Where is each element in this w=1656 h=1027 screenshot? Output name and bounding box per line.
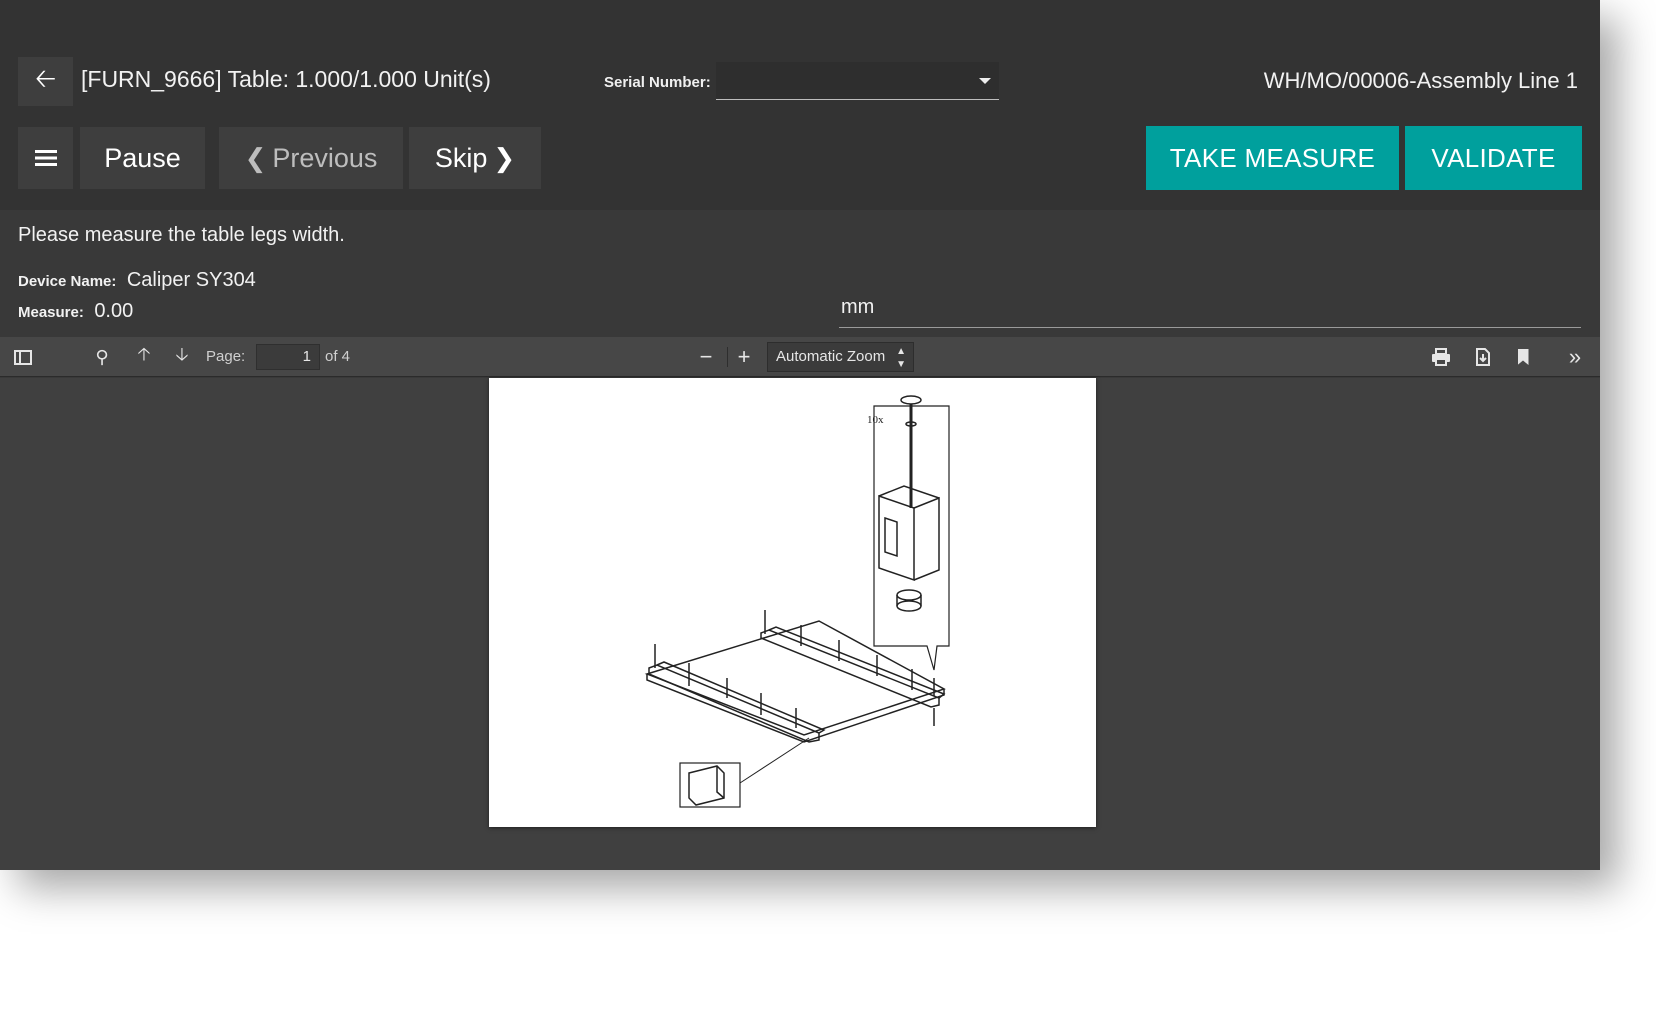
pause-button-label: Pause [104, 142, 181, 173]
device-name-label: Device Name: [18, 273, 117, 290]
chevron-right-icon: ❯ [493, 142, 516, 173]
skip-button[interactable]: Skip ❯ [409, 127, 541, 189]
pdf-page: 10x [489, 378, 1096, 827]
device-name-value: Caliper SY304 [126, 269, 256, 291]
next-page-button[interactable]: 🡣 [170, 337, 194, 377]
skip-button-label: Skip [434, 142, 488, 173]
measure-label: Measure: [18, 304, 84, 321]
serial-number-label: Serial Number: [604, 74, 711, 91]
device-row: Device Name: Caliper SY304 [18, 269, 256, 292]
validate-label: VALIDATE [1431, 142, 1556, 173]
product-title: [FURN_9666] Table: 1.000/1.000 Unit(s) [81, 66, 491, 92]
workorder-tablet-app: 🡠 [FURN_9666] Table: 1.000/1.000 Unit(s)… [0, 0, 1600, 870]
take-measure-button[interactable]: TAKE MEASURE [1146, 126, 1399, 190]
take-measure-label: TAKE MEASURE [1169, 142, 1376, 173]
measure-value: 0.00 [94, 300, 134, 322]
bookmark-icon [1517, 349, 1529, 365]
serial-number-select[interactable] [716, 62, 999, 100]
arrow-left-icon: 🡠 [34, 62, 57, 93]
chevron-left-icon: ❮ [244, 142, 267, 173]
minus-icon: − [699, 344, 713, 369]
zoom-divider [727, 347, 728, 367]
select-arrows-icon: ▲ ▼ [896, 346, 906, 370]
header: 🡠 [FURN_9666] Table: 1.000/1.000 Unit(s)… [0, 0, 1600, 210]
pause-button[interactable]: Pause [80, 127, 205, 189]
arrow-up-icon: 🡡 [137, 344, 151, 364]
page-number-input[interactable]: 1 [256, 344, 320, 370]
measure-unit: mm [841, 296, 875, 318]
back-button[interactable]: 🡠 [18, 57, 73, 106]
measure-unit-field[interactable]: mm [839, 296, 1581, 328]
measure-row: Measure: 0.00 [18, 300, 133, 323]
tools-toggle-button[interactable]: » [1562, 337, 1588, 377]
double-chevron-right-icon: » [1568, 344, 1582, 369]
pdf-viewer-area[interactable]: 10x [0, 378, 1600, 870]
previous-button[interactable]: ❮ Previous [219, 127, 403, 189]
sidebar-toggle-icon [14, 349, 32, 365]
previous-button-label: Previous [272, 142, 378, 173]
caret-down-icon [979, 78, 991, 84]
print-button[interactable] [1428, 337, 1454, 377]
previous-page-button[interactable]: 🡡 [132, 337, 156, 377]
search-button[interactable]: ⚲ [90, 337, 114, 377]
zoom-select[interactable]: Automatic Zoom ▲ ▼ [767, 342, 914, 372]
assembly-drawing: 10x [644, 395, 950, 808]
download-button[interactable] [1470, 337, 1496, 377]
menu-button[interactable] [18, 127, 73, 189]
plus-icon: + [737, 344, 751, 369]
zoom-in-button[interactable]: + [731, 337, 757, 377]
search-icon: ⚲ [95, 346, 109, 367]
bookmark-button[interactable] [1514, 337, 1532, 377]
workorder-reference: WH/MO/00006-Assembly Line 1 [1263, 68, 1578, 93]
callout-quantity: 10x [867, 414, 884, 426]
sidebar-toggle-button[interactable] [12, 337, 34, 377]
step-instruction: Please measure the table legs width. [18, 224, 345, 246]
page-label: Page: [206, 348, 246, 365]
download-icon [1476, 348, 1490, 366]
zoom-value: Automatic Zoom [776, 348, 886, 365]
pdf-toolbar: ⚲ 🡡 🡣 Page: 1 of 4 − + Automatic Zoom ▲ ▼ [0, 337, 1600, 377]
hamburger-icon [34, 150, 57, 166]
print-icon [1432, 348, 1450, 366]
validate-button[interactable]: VALIDATE [1405, 126, 1582, 190]
page-count: of 4 [325, 348, 351, 365]
arrow-down-icon: 🡣 [175, 344, 189, 364]
zoom-out-button[interactable]: − [693, 337, 719, 377]
